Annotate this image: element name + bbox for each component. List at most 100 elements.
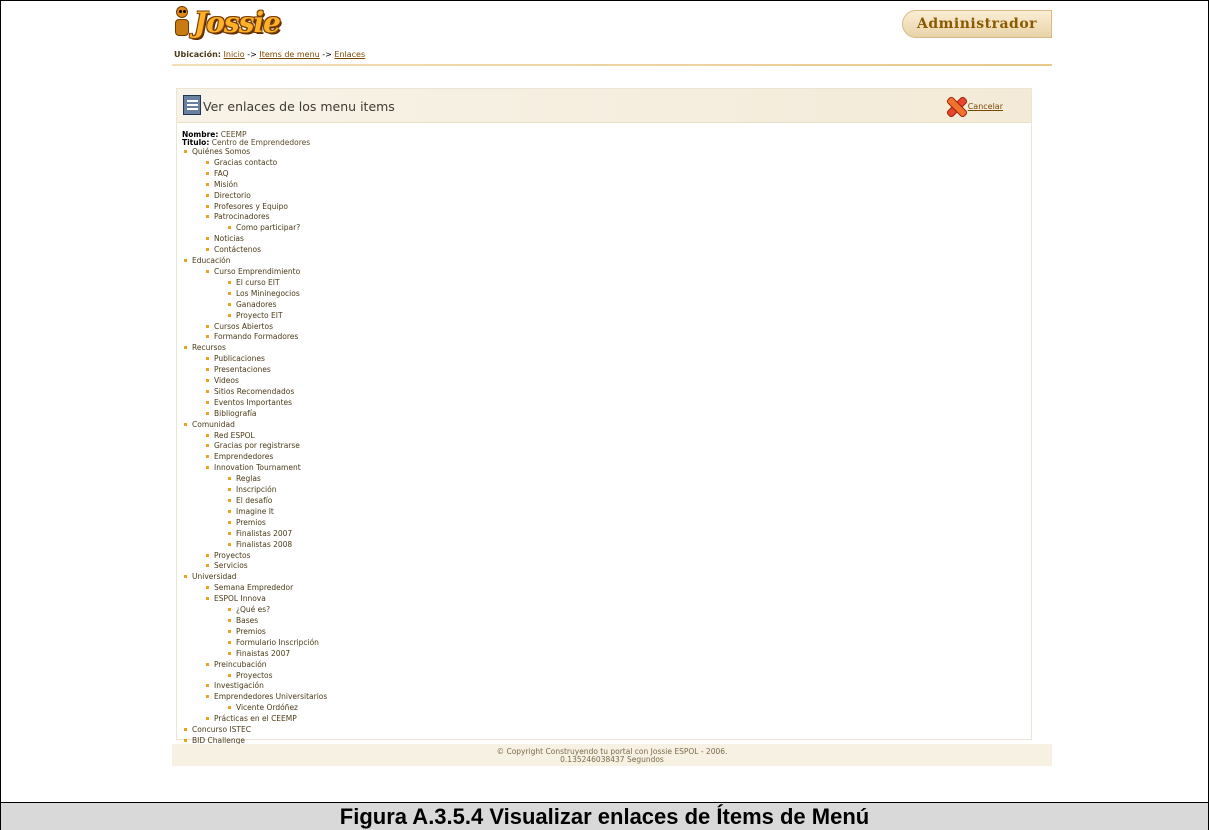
menu-item-label: Servicios bbox=[214, 561, 248, 571]
menu-tree-item: Premios bbox=[226, 627, 327, 638]
menu-item-label: Vicente Ordóñez bbox=[236, 703, 298, 713]
menu-tree-item: Proyectos bbox=[204, 551, 327, 562]
menu-tree-list: ¿Qué es? Bases Premios Formulario Inscripci… bbox=[226, 605, 327, 660]
menu-item-label: Presentaciones bbox=[214, 365, 271, 375]
menu-item-label: Gracias contacto bbox=[214, 157, 278, 167]
menu-item-label: Directorio bbox=[214, 190, 251, 200]
menu-item-label: Inscripción bbox=[236, 485, 277, 495]
menu-tree-item: Bases bbox=[226, 616, 327, 627]
menu-tree-item: Contáctenos bbox=[204, 245, 327, 256]
menu-tree-list: Semana Emprededor ESPOL Innova ¿Qué es? Bas… bbox=[204, 583, 327, 725]
breadcrumb-link-items[interactable]: Items de menu bbox=[259, 50, 319, 59]
menu-tree-item: Misión bbox=[204, 180, 327, 191]
admin-tab[interactable]: Administrador bbox=[902, 10, 1052, 38]
menu-tree-item: Publicaciones bbox=[204, 354, 327, 365]
menu-item-label: Patrocinadores bbox=[214, 212, 270, 222]
menu-item-label: Los Mininegocios bbox=[236, 288, 300, 298]
menu-item-label: Prácticas en el CEEMP bbox=[214, 714, 297, 724]
caption-text: Figura A.3.5.4 Visualizar enlaces de Íte… bbox=[339, 803, 870, 829]
menu-tree-item: Inscripción bbox=[226, 485, 327, 496]
menu-tree-item: Directorio bbox=[204, 191, 327, 202]
menu-tree-item: Videos bbox=[204, 376, 327, 387]
menu-tree-item: Investigación bbox=[204, 681, 327, 692]
menu-tree-item: Eventos Importantes bbox=[204, 398, 327, 409]
menu-tree-list: Reglas Inscripción El desafío Imagine It Pre… bbox=[226, 474, 327, 550]
menu-tree-item: Los Mininegocios bbox=[226, 289, 327, 300]
menu-item-label: Concurso ISTEC bbox=[192, 725, 251, 735]
site-logo[interactable]: Jossie bbox=[172, 4, 281, 40]
menu-tree-item: Presentaciones bbox=[204, 365, 327, 376]
menu-item-label: Bibliografía bbox=[214, 408, 257, 418]
menu-item-label: Profesores y Equipo bbox=[214, 201, 288, 211]
menu-item-label: Cursos Abiertos bbox=[214, 321, 273, 331]
menu-tree-item: Recursos Publicaciones Presentaciones Video… bbox=[182, 343, 327, 419]
menu-item-label: Videos bbox=[214, 376, 239, 386]
panel-header: Ver enlaces de los menu items Cancelar bbox=[177, 89, 1031, 123]
menu-item-label: Proyectos bbox=[214, 550, 251, 560]
menu-tree-item: FAQ bbox=[204, 169, 327, 180]
breadcrumb-link-inicio[interactable]: Inicio bbox=[224, 50, 245, 59]
menu-tree-item: Noticias bbox=[204, 234, 327, 245]
mascot-icon bbox=[172, 6, 192, 38]
menu-item-label: Finalistas 2008 bbox=[236, 539, 293, 549]
menu-item-label: Como participar? bbox=[236, 223, 301, 233]
menu-tree-item: Formando Formadores bbox=[204, 332, 327, 343]
menu-tree-item: Finaistas 2007 bbox=[226, 649, 327, 660]
menu-item-label: Contáctenos bbox=[214, 245, 262, 255]
menu-tree-item: Semana Emprededor bbox=[204, 583, 327, 594]
menu-tree-item: El desafío bbox=[226, 496, 327, 507]
menu-tree-item: Quiénes Somos Gracias contacto FAQ Misión Di… bbox=[182, 147, 327, 256]
breadcrumb-link-enlaces[interactable]: Enlaces bbox=[334, 50, 365, 59]
menu-tree-item: ¿Qué es? bbox=[226, 605, 327, 616]
menu-item-label: Finaistas 2007 bbox=[236, 648, 291, 658]
admin-label: Administrador bbox=[916, 16, 1038, 32]
menu-item-label: Gracias por registrarse bbox=[214, 441, 300, 451]
menu-item-label: Reglas bbox=[236, 474, 261, 484]
figure-caption: Figura A.3.5.4 Visualizar enlaces de Íte… bbox=[0, 802, 1209, 830]
menu-item-label: El curso EIT bbox=[236, 277, 280, 287]
menu-tree-item: Red ESPOL bbox=[204, 431, 327, 442]
menu-tree-item: Preincubación Proyectos bbox=[204, 660, 327, 682]
menu-item-label: Ganadores bbox=[236, 299, 277, 309]
menu-tree-item: Universidad Semana Emprededor ESPOL Innova… bbox=[182, 572, 327, 725]
menu-tree-item: Concurso ISTEC bbox=[182, 725, 327, 736]
menu-item-label: Innovation Tournament bbox=[214, 463, 301, 473]
menu-item-label: Sitios Recomendados bbox=[214, 386, 295, 396]
menu-item-label: ¿Qué es? bbox=[236, 605, 271, 615]
menu-tree-item: Ganadores bbox=[226, 300, 327, 311]
menu-tree-list: Publicaciones Presentaciones Videos Sitios … bbox=[204, 354, 327, 419]
cancel-link[interactable]: Cancelar bbox=[968, 102, 1003, 111]
menu-meta: Nombre: CEEMP Titulo: Centro de Emprende… bbox=[182, 131, 310, 147]
cancel-x-icon[interactable] bbox=[944, 95, 966, 117]
menu-tree-list: Vicente Ordóñez bbox=[226, 703, 327, 714]
page-title: Ver enlaces de los menu items bbox=[203, 99, 395, 114]
menu-tree-item: Gracias por registrarse bbox=[204, 441, 327, 452]
menu-item-label: Red ESPOL bbox=[214, 430, 255, 440]
menu-item-label: Finalistas 2007 bbox=[236, 528, 293, 538]
menu-tree-item: Reglas bbox=[226, 474, 327, 485]
menu-item-label: Quiénes Somos bbox=[192, 147, 251, 156]
menu-item-label: Noticias bbox=[214, 234, 244, 244]
menu-tree-item: Finalistas 2007 bbox=[226, 529, 327, 540]
menu-tree-list: El curso EIT Los Mininegocios Ganadores Pro… bbox=[226, 278, 327, 322]
menu-tree-list: Como participar? bbox=[226, 223, 327, 234]
menu-tree-item: Imagine It bbox=[226, 507, 327, 518]
menu-item-label: Semana Emprededor bbox=[214, 583, 294, 593]
cancel-button[interactable]: Cancelar bbox=[944, 95, 1003, 117]
menu-item-label: Formando Formadores bbox=[214, 332, 299, 342]
menu-tree-item: Proyecto EIT bbox=[226, 311, 327, 322]
breadcrumb: Ubicación: Inicio -> Items de menu -> En… bbox=[174, 50, 365, 59]
menu-item-label: Universidad bbox=[192, 572, 237, 582]
menu-item-label: Educación bbox=[192, 256, 231, 266]
menu-tree-list: Quiénes Somos Gracias contacto FAQ Misión Di… bbox=[182, 147, 327, 747]
site-header: Jossie Administrador bbox=[172, 4, 1052, 48]
menu-tree-item: El curso EIT bbox=[226, 278, 327, 289]
menu-tree-item: Patrocinadores Como participar? bbox=[204, 212, 327, 234]
menu-item-label: FAQ bbox=[214, 168, 229, 178]
titulo-value: Centro de Emprendedores bbox=[211, 138, 311, 147]
menu-tree-item: Cursos Abiertos bbox=[204, 322, 327, 333]
menu-item-label: Emprendedores bbox=[214, 452, 274, 462]
menu-item-label: Formulario Inscripción bbox=[236, 637, 319, 647]
menu-tree-item: ESPOL Innova ¿Qué es? Bases Premios Formular… bbox=[204, 594, 327, 659]
menu-tree-item: Gracias contacto bbox=[204, 158, 327, 169]
